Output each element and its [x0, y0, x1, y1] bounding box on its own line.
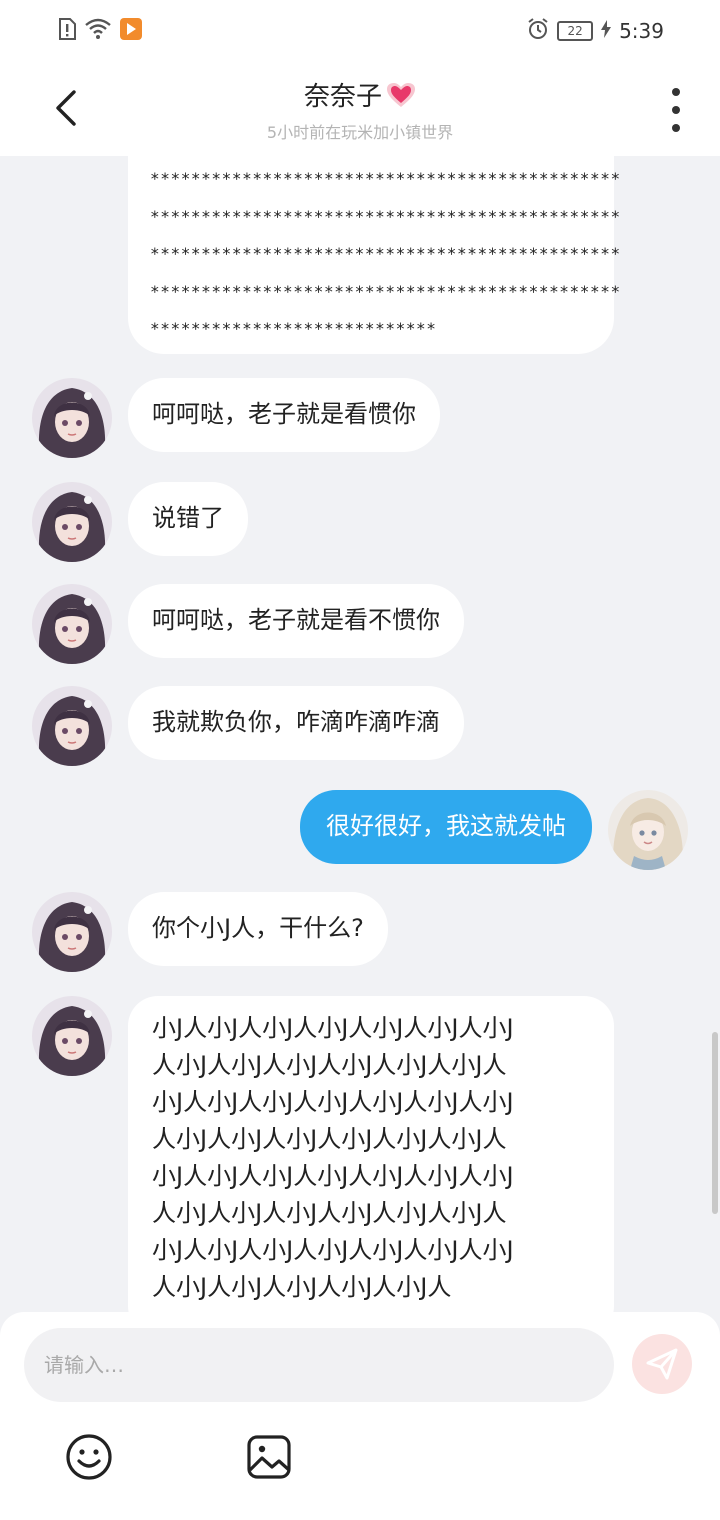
message-line: ****************************************… [150, 281, 621, 301]
message-bubble[interactable]: 呵呵哒，老子就是看不惯你 [128, 584, 464, 658]
message-text: 你个小J人，干什么? [152, 914, 364, 942]
image-icon [247, 1435, 291, 1479]
clock: 5:39 [619, 19, 664, 43]
message-bubble[interactable]: 说错了 [128, 482, 248, 556]
charging-icon [601, 20, 612, 42]
contact-avatar[interactable] [32, 996, 112, 1076]
my-message-bubble[interactable]: 很好很好，我这就发帖 [300, 790, 592, 864]
emoji-button[interactable] [64, 1432, 114, 1482]
message-list[interactable]: ****************************************… [0, 156, 720, 1312]
message-text: 呵呵哒，老子就是看不惯你 [152, 606, 440, 634]
image-button[interactable] [244, 1432, 294, 1482]
contact-avatar[interactable] [32, 482, 112, 562]
more-vertical-icon-dot [672, 124, 680, 132]
battery-indicator: 22 [557, 21, 594, 41]
message-line: 小J人小J人小J人小J人小J人小J人小J [152, 1014, 514, 1042]
chat-header: 奈奈子 5小时前在玩米加小镇世界 [0, 62, 720, 156]
app-notification-icon [120, 18, 142, 44]
message-input[interactable] [24, 1328, 614, 1402]
contact-status: 5小时前在玩米加小镇世界 [266, 123, 454, 142]
more-vertical-icon-dot [672, 88, 680, 96]
message-line: 小J人小J人小J人小J人小J人小J人小J [152, 1236, 514, 1264]
sim-alert-icon [58, 18, 76, 44]
composer [0, 1312, 720, 1520]
message-bubble[interactable]: 你个小J人，干什么? [128, 892, 388, 966]
my-avatar[interactable] [608, 790, 688, 870]
message-text: 我就欺负你，咋滴咋滴咋滴 [152, 708, 440, 736]
status-bar: 22 5:39 [0, 0, 720, 62]
message-line: 人小J人小J人小J人小J人小J人 [152, 1273, 452, 1301]
alarm-icon [527, 18, 549, 44]
message-line: 人小J人小J人小J人小J人小J人小J人 [152, 1051, 507, 1079]
message-bubble[interactable]: ****************************************… [128, 156, 621, 354]
scrollbar[interactable] [712, 1032, 718, 1214]
smiley-icon [66, 1434, 112, 1480]
status-left [58, 18, 142, 44]
message-line: 小J人小J人小J人小J人小J人小J人小J [152, 1088, 514, 1116]
heart-icon [387, 82, 415, 107]
message-bubble[interactable]: 我就欺负你，咋滴咋滴咋滴 [128, 686, 464, 760]
contact-avatar[interactable] [32, 686, 112, 766]
message-line: ****************************************… [150, 244, 621, 263]
message-text: 说错了 [152, 504, 224, 532]
message-line: ****************************************… [150, 206, 621, 226]
contact-avatar[interactable] [32, 892, 112, 972]
contact-avatar[interactable] [32, 584, 112, 664]
contact-name: 奈奈子 [303, 82, 382, 112]
status-right: 22 5:39 [527, 18, 664, 44]
message-bubble[interactable]: 小J人小J人小J人小J人小J人小J人小J 人小J人小J人小J人小J人小J人小J人… [128, 996, 614, 1312]
message-line: 小J人小J人小J人小J人小J人小J人小J [152, 1162, 514, 1190]
message-line: 人小J人小J人小J人小J人小J人小J人 [152, 1199, 507, 1227]
contact-title: 奈奈子 [304, 76, 416, 113]
message-line: **************************** [150, 319, 437, 338]
message-text: 很好很好，我这就发帖 [326, 812, 566, 840]
message-line: 人小J人小J人小J人小J人小J人小J人 [152, 1125, 507, 1153]
message-bubble[interactable]: 呵呵哒，老子就是看惯你 [128, 378, 440, 452]
message-line: ****************************************… [150, 169, 621, 188]
message-text: 呵呵哒，老子就是看惯你 [152, 400, 416, 428]
contact-info: 奈奈子 5小时前在玩米加小镇世界 [0, 76, 720, 143]
send-button[interactable] [632, 1334, 692, 1394]
contact-avatar[interactable] [32, 378, 112, 458]
wifi-icon [84, 18, 112, 44]
more-vertical-icon-dot [672, 106, 680, 114]
send-icon [646, 1348, 678, 1380]
more-options-button[interactable] [664, 88, 688, 132]
